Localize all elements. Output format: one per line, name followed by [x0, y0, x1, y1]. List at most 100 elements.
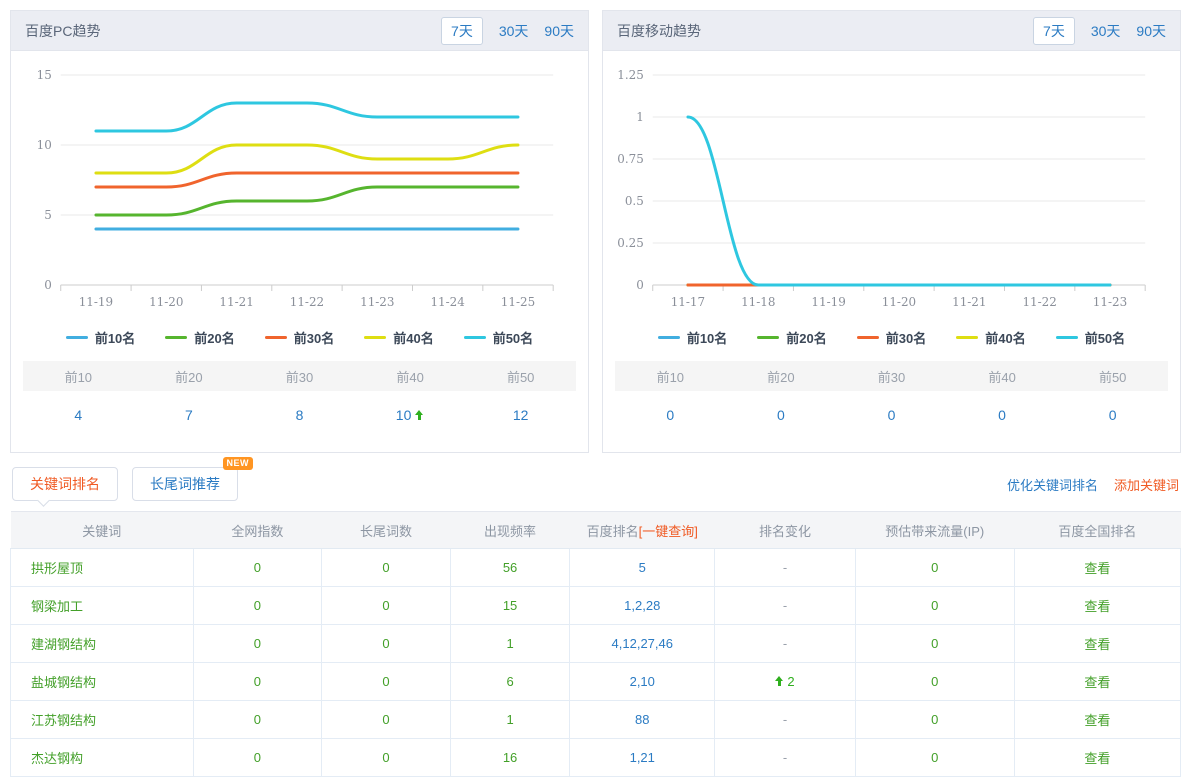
frequency-cell: 6	[450, 663, 569, 701]
pc-trend-legend: 前10名 前20名 前30名 前40名 前50名	[11, 323, 588, 351]
svg-text:11-18: 11-18	[741, 295, 775, 309]
longtail-count-cell: 0	[322, 663, 451, 701]
legend-item-1[interactable]: 前20名	[757, 328, 826, 347]
stats-value[interactable]: 0	[666, 407, 674, 423]
view-national-rank-link[interactable]: 查看	[1084, 675, 1110, 690]
mobile-range-tab-90d[interactable]: 90天	[1136, 21, 1166, 41]
svg-text:0.5: 0.5	[625, 194, 644, 208]
frequency-cell: 15	[450, 587, 569, 625]
stats-value[interactable]: 0	[1109, 407, 1117, 423]
legend-item-4[interactable]: 前50名	[1056, 328, 1125, 347]
one-click-query-link[interactable]: [一键查询]	[639, 524, 698, 539]
pc-range-tab-90d[interactable]: 90天	[544, 21, 574, 41]
view-national-rank-link[interactable]: 查看	[1084, 637, 1110, 652]
baidu-rank-cell[interactable]: 4,12,27,46	[570, 625, 715, 663]
legend-label: 前20名	[194, 328, 234, 347]
legend-label: 前40名	[985, 328, 1025, 347]
new-badge: NEW	[223, 457, 254, 470]
mobile-range-tab-30d[interactable]: 30天	[1091, 21, 1121, 41]
svg-text:5: 5	[44, 208, 52, 222]
keyword-cell[interactable]: 建湖钢结构	[11, 625, 194, 663]
col-rank-change: 排名变化	[715, 512, 855, 549]
pc-trend-chart: 05101511-1911-2011-2111-2211-2311-2411-2…	[11, 51, 588, 323]
stats-label: 前40	[947, 367, 1058, 386]
mobile-range-tab-7d[interactable]: 7天	[1033, 17, 1075, 45]
network-index-cell: 0	[193, 663, 322, 701]
stats-label: 前30	[836, 367, 947, 386]
keyword-cell[interactable]: 钢梁加工	[11, 587, 194, 625]
keyword-cell[interactable]: 江苏钢结构	[11, 701, 194, 739]
legend-label: 前30名	[886, 328, 926, 347]
traffic-cell: 0	[855, 663, 1014, 701]
stats-value[interactable]: 4	[74, 407, 82, 423]
pc-range-tab-7d[interactable]: 7天	[441, 17, 483, 45]
stats-value[interactable]: 8	[296, 407, 304, 423]
view-national-rank-link[interactable]: 查看	[1084, 751, 1110, 766]
legend-item-2[interactable]: 前30名	[265, 328, 334, 347]
baidu-rank-cell[interactable]: 1,21	[570, 739, 715, 777]
mobile-trend-legend: 前10名 前20名 前30名 前40名 前50名	[603, 323, 1180, 351]
pc-trend-stats: 前10前20前30前40前50 4781012	[23, 361, 576, 439]
svg-text:11-25: 11-25	[501, 295, 535, 309]
tab-longtail-recommend[interactable]: 长尾词推荐 NEW	[132, 467, 238, 501]
keyword-cell[interactable]: 杰达钢构	[11, 739, 194, 777]
stats-label: 前10	[23, 367, 134, 386]
rank-change-cell: -	[715, 701, 855, 739]
pc-range-tabs: 7天 30天 90天	[441, 17, 574, 45]
network-index-cell: 0	[193, 739, 322, 777]
svg-text:11-20: 11-20	[882, 295, 916, 309]
stats-value[interactable]: 7	[185, 407, 193, 423]
legend-item-1[interactable]: 前20名	[165, 328, 234, 347]
legend-label: 前40名	[393, 328, 433, 347]
stats-value[interactable]: 0	[888, 407, 896, 423]
table-row: 江苏钢结构00188-0查看	[11, 701, 1181, 739]
pc-trend-panel: 百度PC趋势 7天 30天 90天 05101511-1911-2011-211…	[10, 10, 589, 453]
stats-value[interactable]: 0	[998, 407, 1006, 423]
keyword-cell[interactable]: 拱形屋顶	[11, 549, 194, 587]
view-national-rank-link[interactable]: 查看	[1084, 713, 1110, 728]
stats-value-cell: 0	[726, 407, 837, 423]
keyword-cell[interactable]: 盐城钢结构	[11, 663, 194, 701]
col-estimated-traffic: 预估带来流量(IP)	[855, 512, 1014, 549]
optimize-keyword-ranking-link[interactable]: 优化关键词排名	[1007, 475, 1098, 494]
stats-value[interactable]: 0	[777, 407, 785, 423]
rank-change-value: 2	[787, 674, 794, 689]
trend-panels-row: 百度PC趋势 7天 30天 90天 05101511-1911-2011-211…	[0, 0, 1191, 453]
baidu-rank-cell[interactable]: 1,2,28	[570, 587, 715, 625]
legend-item-4[interactable]: 前50名	[464, 328, 533, 347]
stats-label: 前30	[244, 367, 355, 386]
legend-line-swatch	[956, 336, 978, 339]
baidu-rank-cell[interactable]: 5	[570, 549, 715, 587]
keywords-section: 关键词排名 长尾词推荐 NEW 优化关键词排名 添加关键词 关键词 全网指数 长…	[10, 463, 1181, 777]
national-rank-cell: 查看	[1014, 663, 1180, 701]
svg-text:11-22: 11-22	[290, 295, 324, 309]
baidu-rank-cell[interactable]: 88	[570, 701, 715, 739]
national-rank-cell: 查看	[1014, 625, 1180, 663]
traffic-cell: 0	[855, 625, 1014, 663]
stats-value-cell: 0	[615, 407, 726, 423]
pc-range-tab-30d[interactable]: 30天	[499, 21, 529, 41]
legend-item-3[interactable]: 前40名	[364, 328, 433, 347]
mobile-stats-values: 0 0 0 0 0	[615, 391, 1168, 439]
svg-text:1.25: 1.25	[617, 68, 644, 82]
legend-line-swatch	[757, 336, 779, 339]
legend-label: 前10名	[687, 328, 727, 347]
legend-item-3[interactable]: 前40名	[956, 328, 1025, 347]
stats-value[interactable]: 10	[396, 407, 412, 423]
longtail-count-cell: 0	[322, 625, 451, 663]
table-row: 建湖钢结构0014,12,27,46-0查看	[11, 625, 1181, 663]
tab-keyword-ranking[interactable]: 关键词排名	[12, 467, 118, 501]
traffic-cell: 0	[855, 739, 1014, 777]
rank-change-cell: 2	[715, 663, 855, 701]
stats-value[interactable]: 12	[513, 407, 529, 423]
network-index-cell: 0	[193, 587, 322, 625]
legend-item-2[interactable]: 前30名	[857, 328, 926, 347]
svg-text:1: 1	[636, 110, 644, 124]
col-frequency: 出现频率	[450, 512, 569, 549]
add-keyword-link[interactable]: 添加关键词	[1114, 475, 1179, 494]
baidu-rank-cell[interactable]: 2,10	[570, 663, 715, 701]
view-national-rank-link[interactable]: 查看	[1084, 599, 1110, 614]
legend-item-0[interactable]: 前10名	[658, 328, 727, 347]
legend-item-0[interactable]: 前10名	[66, 328, 135, 347]
view-national-rank-link[interactable]: 查看	[1084, 561, 1110, 576]
